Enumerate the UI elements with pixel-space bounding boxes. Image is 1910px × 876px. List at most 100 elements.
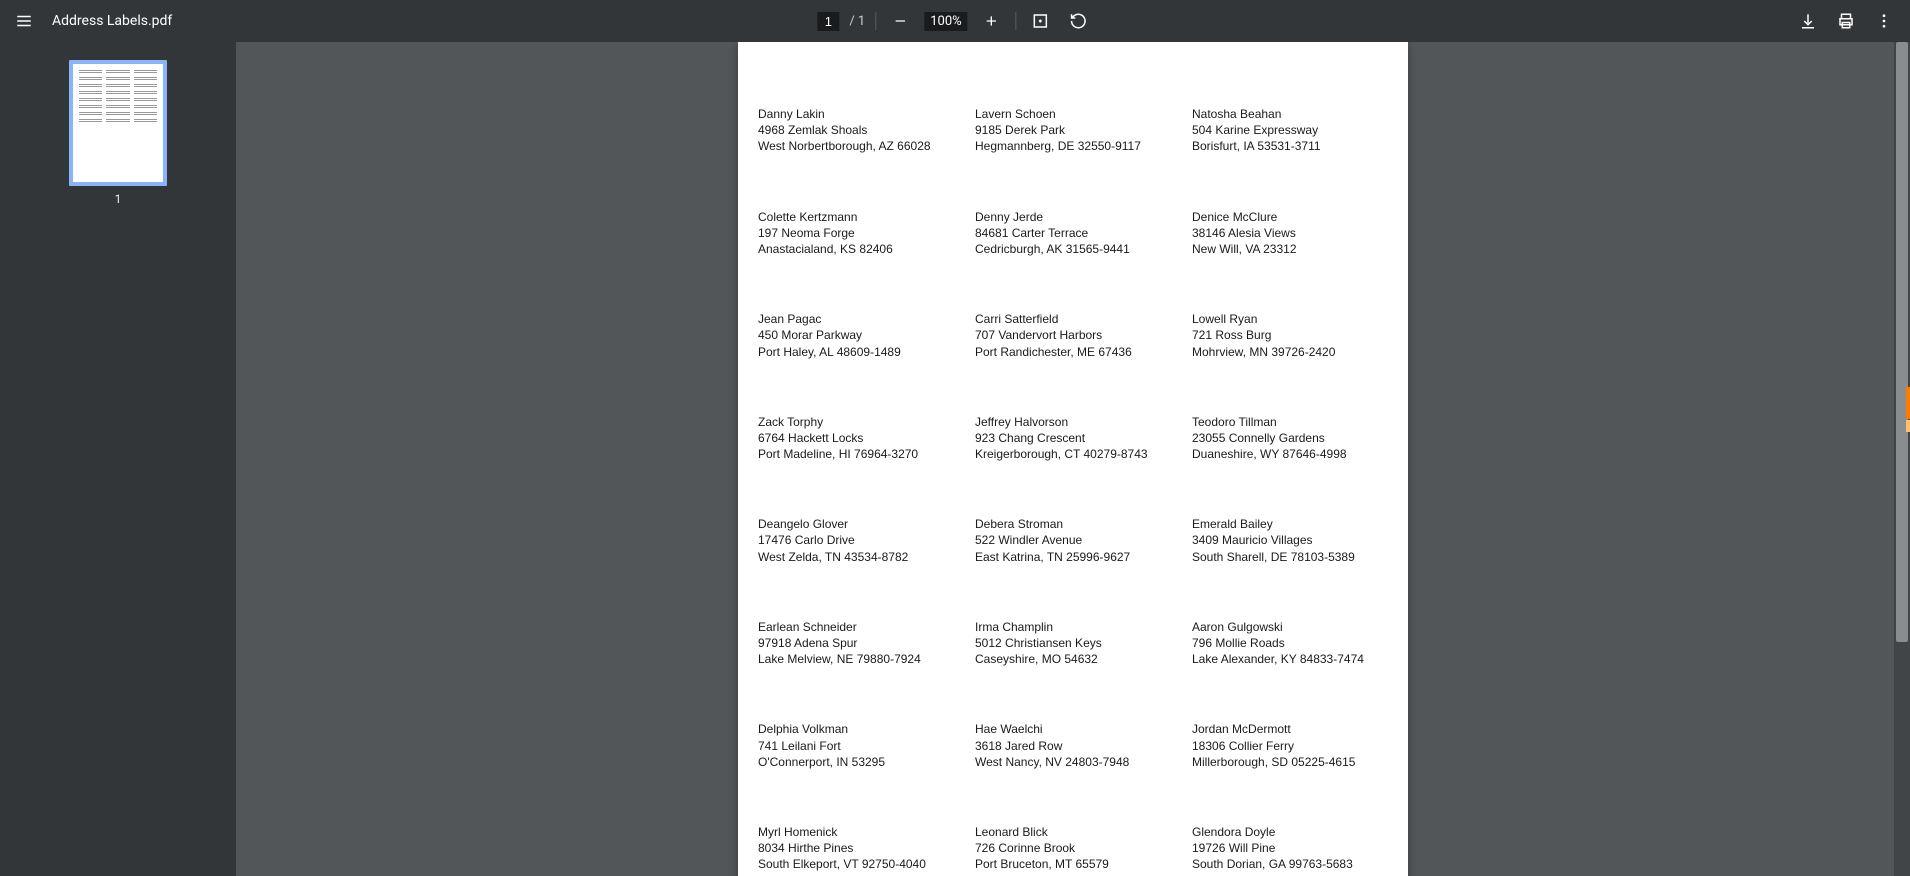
label-city: South Dorian, GA 99763-5683 <box>1192 856 1409 872</box>
label-city: East Katrina, TN 25996-9627 <box>975 549 1192 565</box>
label-street: 18306 Collier Ferry <box>1192 738 1409 754</box>
label-name: Zack Torphy <box>758 414 975 430</box>
address-label: Teodoro Tillman23055 Connelly GardensDua… <box>1192 414 1409 463</box>
label-street: 9185 Derek Park <box>975 122 1192 138</box>
label-name: Denny Jerde <box>975 209 1192 225</box>
label-name: Delphia Volkman <box>758 721 975 737</box>
label-name: Denice McClure <box>1192 209 1409 225</box>
plus-icon <box>984 13 1000 29</box>
label-name: Jordan McDermott <box>1192 721 1409 737</box>
label-city: New Will, VA 23312 <box>1192 241 1409 257</box>
address-label: Leonard Blick726 Corinne BrookPort Bruce… <box>975 824 1192 873</box>
zoom-level[interactable]: 100% <box>924 12 967 31</box>
label-street: 741 Leilani Fort <box>758 738 975 754</box>
find-marker <box>1906 387 1910 419</box>
label-name: Emerald Bailey <box>1192 516 1409 532</box>
scrollbar-thumb[interactable] <box>1896 42 1908 642</box>
label-city: West Norbertborough, AZ 66028 <box>758 138 975 154</box>
label-city: Millerborough, SD 05225-4615 <box>1192 754 1409 770</box>
label-city: West Zelda, TN 43534-8782 <box>758 549 975 565</box>
label-name: Natosha Beahan <box>1192 106 1409 122</box>
scrollbar-track[interactable] <box>1894 42 1910 876</box>
print-icon <box>1837 12 1855 30</box>
address-label: Carri Satterfield707 Vandervort HarborsP… <box>975 311 1192 360</box>
thumbnail-sidebar: 1 <box>0 42 236 876</box>
label-street: 84681 Carter Terrace <box>975 225 1192 241</box>
page-number-input[interactable] <box>817 12 839 31</box>
fit-page-icon <box>1032 12 1050 30</box>
label-name: Myrl Homenick <box>758 824 975 840</box>
label-street: 726 Corinne Brook <box>975 840 1192 856</box>
zoom-in-button[interactable] <box>978 7 1006 35</box>
more-vertical-icon <box>1875 12 1893 30</box>
label-city: Duaneshire, WY 87646-4998 <box>1192 446 1409 462</box>
address-label: Debera Stroman522 Windler AvenueEast Kat… <box>975 516 1192 565</box>
label-street: 17476 Carlo Drive <box>758 532 975 548</box>
zoom-out-button[interactable] <box>886 7 914 35</box>
download-icon <box>1799 12 1817 30</box>
label-city: Borisfurt, IA 53531-3711 <box>1192 138 1409 154</box>
pdf-toolbar: Address Labels.pdf / 1 100% <box>0 0 1910 42</box>
label-city: Lake Alexander, KY 84833-7474 <box>1192 651 1409 667</box>
label-street: 38146 Alesia Views <box>1192 225 1409 241</box>
label-city: Anastacialand, KS 82406 <box>758 241 975 257</box>
label-name: Lowell Ryan <box>1192 311 1409 327</box>
address-label: Danny Lakin4968 Zemlak ShoalsWest Norber… <box>758 106 975 155</box>
address-label: Emerald Bailey3409 Mauricio VillagesSout… <box>1192 516 1409 565</box>
label-street: 5012 Christiansen Keys <box>975 635 1192 651</box>
label-name: Carri Satterfield <box>975 311 1192 327</box>
label-street: 6764 Hackett Locks <box>758 430 975 446</box>
label-city: Caseyshire, MO 54632 <box>975 651 1192 667</box>
label-street: 23055 Connelly Gardens <box>1192 430 1409 446</box>
label-city: Mohrview, MN 39726-2420 <box>1192 344 1409 360</box>
label-name: Hae Waelchi <box>975 721 1192 737</box>
document-viewer[interactable]: Danny Lakin4968 Zemlak ShoalsWest Norber… <box>236 42 1910 876</box>
label-name: Lavern Schoen <box>975 106 1192 122</box>
more-button[interactable] <box>1870 7 1898 35</box>
label-city: Port Haley, AL 48609-1489 <box>758 344 975 360</box>
label-city: Port Madeline, HI 76964-3270 <box>758 446 975 462</box>
label-street: 923 Chang Crescent <box>975 430 1192 446</box>
address-label: Deangelo Glover17476 Carlo DriveWest Zel… <box>758 516 975 565</box>
print-button[interactable] <box>1832 7 1860 35</box>
label-city: South Sharell, DE 78103-5389 <box>1192 549 1409 565</box>
label-city: South Elkeport, VT 92750-4040 <box>758 856 975 872</box>
address-label: Natosha Beahan504 Karine ExpresswayBoris… <box>1192 106 1409 155</box>
label-name: Leonard Blick <box>975 824 1192 840</box>
label-name: Jeffrey Halvorson <box>975 414 1192 430</box>
label-street: 721 Ross Burg <box>1192 327 1409 343</box>
page-thumbnail-1[interactable] <box>69 60 167 186</box>
address-label: Jordan McDermott18306 Collier FerryMille… <box>1192 721 1409 770</box>
menu-button[interactable] <box>12 9 36 33</box>
address-label: Zack Torphy6764 Hackett LocksPort Madeli… <box>758 414 975 463</box>
label-city: West Nancy, NV 24803-7948 <box>975 754 1192 770</box>
label-city: Cedricburgh, AK 31565-9441 <box>975 241 1192 257</box>
label-street: 197 Neoma Forge <box>758 225 975 241</box>
label-city: Kreigerborough, CT 40279-8743 <box>975 446 1192 462</box>
address-label: Myrl Homenick8034 Hirthe PinesSouth Elke… <box>758 824 975 873</box>
label-name: Irma Champlin <box>975 619 1192 635</box>
label-name: Teodoro Tillman <box>1192 414 1409 430</box>
label-street: 504 Karine Expressway <box>1192 122 1409 138</box>
label-name: Jean Pagac <box>758 311 975 327</box>
address-label: Colette Kertzmann197 Neoma ForgeAnastaci… <box>758 209 975 258</box>
label-name: Earlean Schneider <box>758 619 975 635</box>
label-street: 707 Vandervort Harbors <box>975 327 1192 343</box>
fit-page-button[interactable] <box>1027 7 1055 35</box>
label-street: 522 Windler Avenue <box>975 532 1192 548</box>
address-label: Irma Champlin5012 Christiansen KeysCasey… <box>975 619 1192 668</box>
download-button[interactable] <box>1794 7 1822 35</box>
rotate-button[interactable] <box>1065 7 1093 35</box>
pdf-page: Danny Lakin4968 Zemlak ShoalsWest Norber… <box>738 42 1408 876</box>
hamburger-icon <box>15 12 33 30</box>
label-street: 19726 Will Pine <box>1192 840 1409 856</box>
address-label: Hae Waelchi3618 Jared RowWest Nancy, NV … <box>975 721 1192 770</box>
address-label: Denny Jerde84681 Carter TerraceCedricbur… <box>975 209 1192 258</box>
label-city: Port Randichester, ME 67436 <box>975 344 1192 360</box>
label-city: Port Bruceton, MT 65579 <box>975 856 1192 872</box>
label-city: O'Connerport, IN 53295 <box>758 754 975 770</box>
toolbar-divider <box>875 12 876 30</box>
label-street: 450 Morar Parkway <box>758 327 975 343</box>
thumbnail-page-number: 1 <box>115 192 122 206</box>
label-street: 8034 Hirthe Pines <box>758 840 975 856</box>
